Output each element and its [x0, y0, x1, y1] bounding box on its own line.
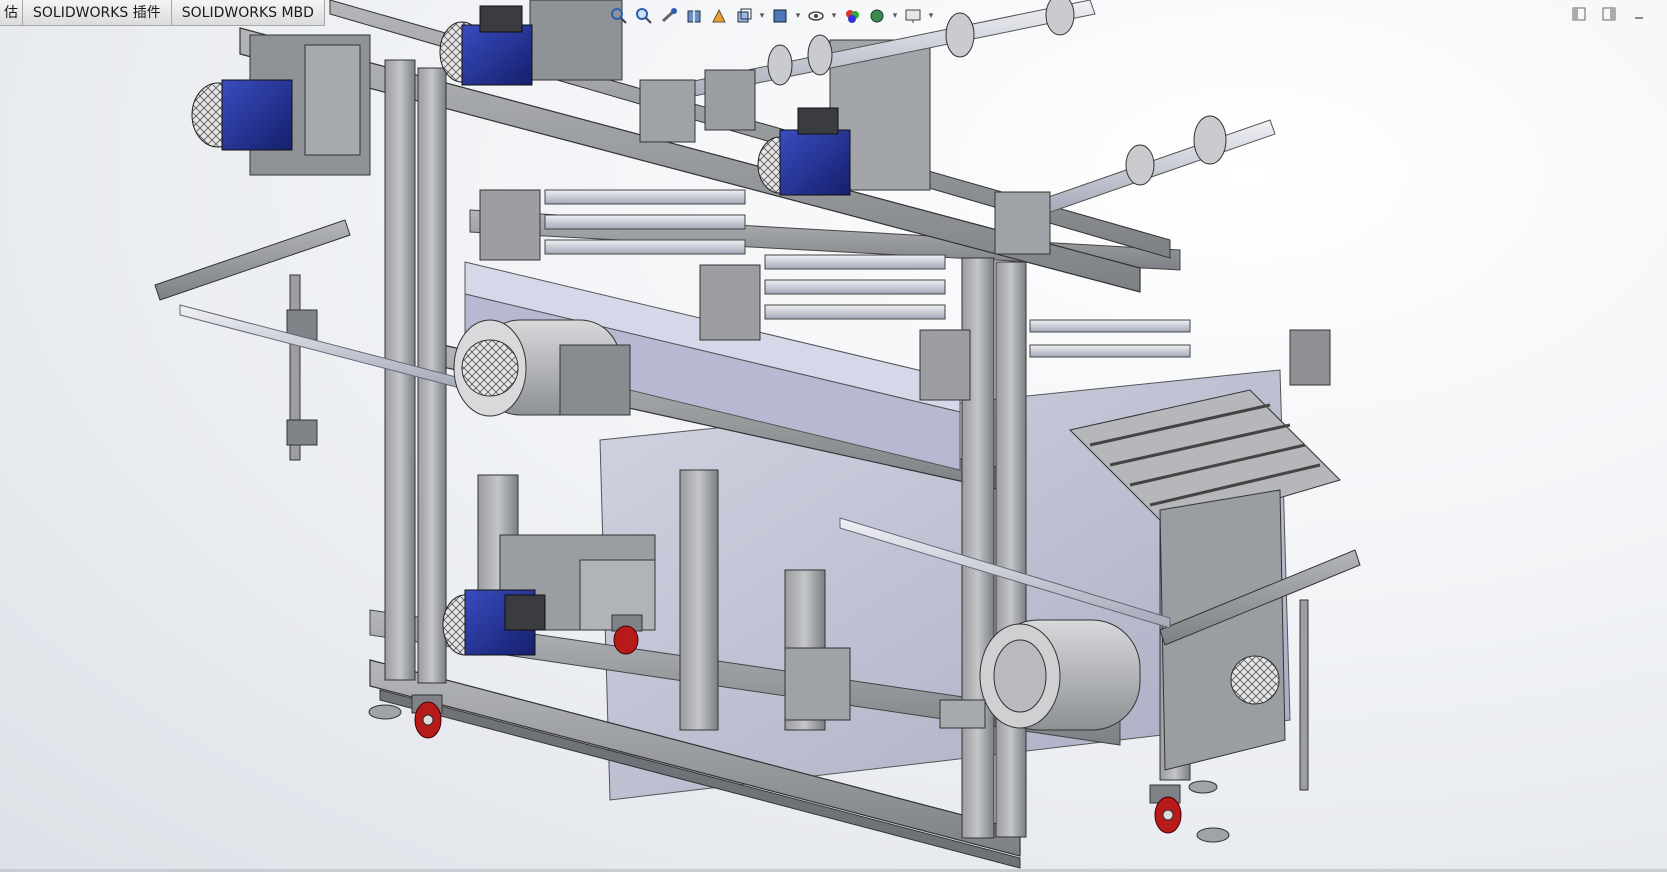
- command-manager-tabs: 估 SOLIDWORKS 插件 SOLIDWORKS MBD: [0, 0, 325, 28]
- tab-solidworks-addins[interactable]: SOLIDWORKS 插件: [23, 0, 172, 26]
- leveling-foot-2[interactable]: [1196, 827, 1230, 843]
- tab-evaluate[interactable]: 估: [0, 0, 23, 26]
- heads-up-view-toolbar: ▾ ▾ ▾ ▾ ▾: [608, 3, 935, 29]
- graphics-area[interactable]: [0, 0, 1667, 872]
- section-view-icon[interactable]: [683, 5, 705, 27]
- display-style-icon[interactable]: [769, 5, 791, 27]
- bearing-block-lower[interactable]: [784, 647, 851, 721]
- roller-assembly-2[interactable]: [699, 254, 946, 341]
- bearing-block-top-3[interactable]: [704, 69, 756, 131]
- gearmotor-top-left[interactable]: [191, 34, 371, 176]
- zoom-to-fit-icon[interactable]: [608, 5, 630, 27]
- dropdown-arrow-icon[interactable]: ▾: [830, 11, 838, 21]
- apply-scene-icon[interactable]: [866, 5, 888, 27]
- dropdown-arrow-icon[interactable]: ▾: [891, 11, 899, 21]
- viewport-window-controls: [1571, 6, 1647, 22]
- view-orientation-icon[interactable]: [733, 5, 755, 27]
- leveling-foot-1[interactable]: [368, 704, 402, 720]
- caster-front-left[interactable]: [411, 694, 443, 739]
- tile-left-icon[interactable]: [1571, 6, 1587, 22]
- minimize-icon[interactable]: [1631, 6, 1647, 22]
- dropdown-arrow-icon[interactable]: ▾: [758, 11, 766, 21]
- gearmotor-top-center[interactable]: [439, 0, 623, 86]
- left-support-arm[interactable]: [154, 219, 351, 461]
- dropdown-arrow-icon[interactable]: ▾: [927, 11, 935, 21]
- tab-solidworks-mbd[interactable]: SOLIDWORKS MBD: [171, 0, 325, 26]
- front-mid-post[interactable]: [679, 469, 719, 731]
- bearing-block-top-1[interactable]: [639, 79, 696, 143]
- main-drive-motor[interactable]: [453, 319, 631, 417]
- front-right-post-b[interactable]: [995, 261, 1027, 838]
- machine-3d-model[interactable]: [0, 0, 1667, 872]
- roller-assembly-1[interactable]: [479, 189, 746, 261]
- zoom-to-area-icon[interactable]: [633, 5, 655, 27]
- dynamic-annotation-icon[interactable]: [708, 5, 730, 27]
- tile-right-icon[interactable]: [1601, 6, 1617, 22]
- view-settings-icon[interactable]: [902, 5, 924, 27]
- hide-show-items-icon[interactable]: [805, 5, 827, 27]
- previous-view-icon[interactable]: [658, 5, 680, 27]
- caster-right[interactable]: [1149, 784, 1182, 834]
- dropdown-arrow-icon[interactable]: ▾: [794, 11, 802, 21]
- leveling-foot-3[interactable]: [1188, 780, 1218, 794]
- bearing-block-top-2[interactable]: [994, 191, 1051, 255]
- edit-appearance-icon[interactable]: [841, 5, 863, 27]
